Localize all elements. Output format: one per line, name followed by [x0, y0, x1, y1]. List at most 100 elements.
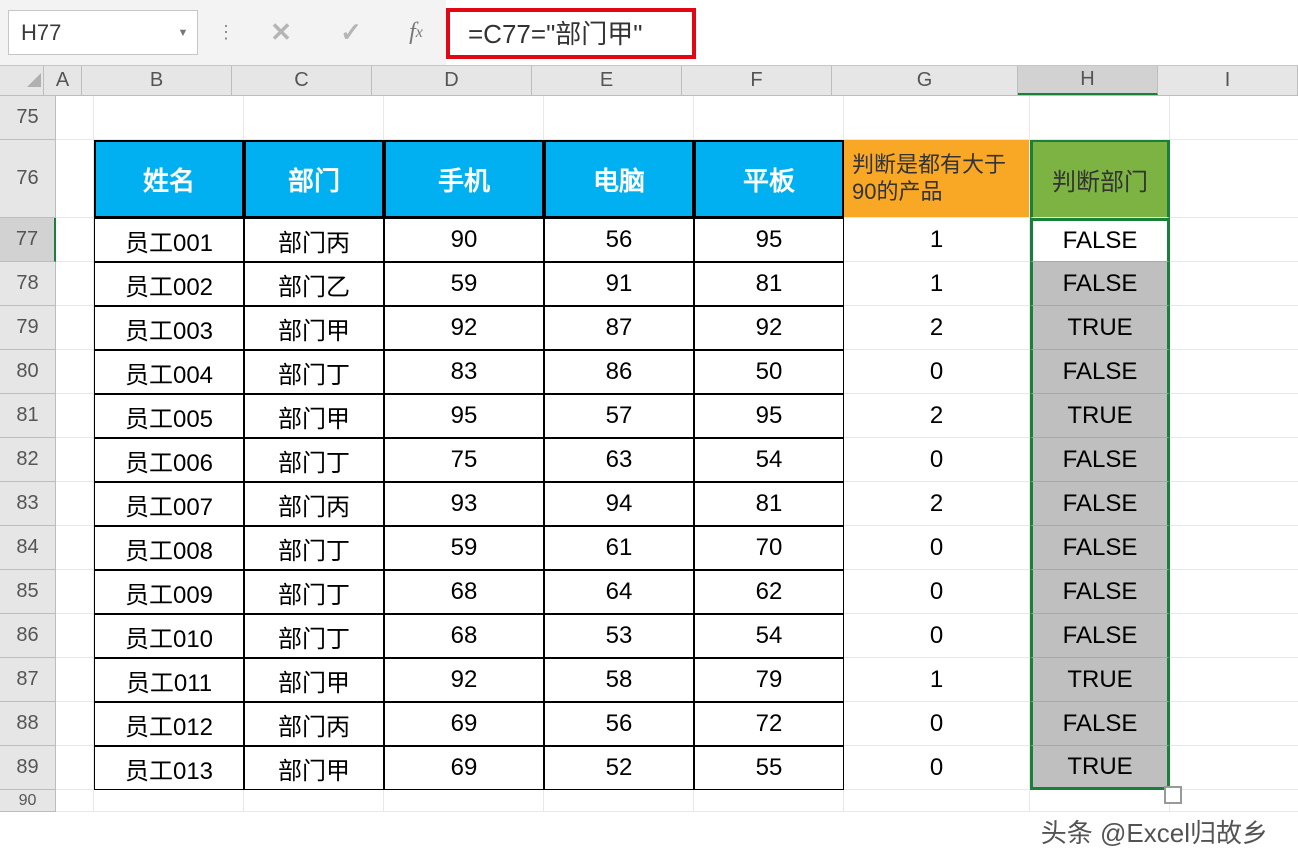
cell[interactable]	[1170, 96, 1298, 140]
row-header-75[interactable]: 75	[0, 96, 56, 140]
cell-gt90[interactable]: 1	[844, 262, 1030, 306]
cell[interactable]	[56, 218, 94, 262]
cell-pc[interactable]: 53	[544, 614, 694, 658]
cell-dept[interactable]: 部门丙	[244, 702, 384, 746]
cell-gt90[interactable]: 2	[844, 482, 1030, 526]
cell-phone[interactable]: 68	[384, 614, 544, 658]
row-header-78[interactable]: 78	[0, 262, 56, 306]
cell-dept[interactable]: 部门丁	[244, 350, 384, 394]
cell-gt90[interactable]: 0	[844, 702, 1030, 746]
cell-tablet[interactable]: 70	[694, 526, 844, 570]
cell-pc[interactable]: 57	[544, 394, 694, 438]
cell-gt90[interactable]: 2	[844, 394, 1030, 438]
header-tablet[interactable]: 平板	[694, 140, 844, 218]
cell-gt90[interactable]: 0	[844, 570, 1030, 614]
name-box[interactable]: H77 ▼	[8, 10, 198, 55]
cell-judge[interactable]: TRUE	[1030, 394, 1170, 438]
cell[interactable]	[1170, 140, 1298, 218]
cell[interactable]	[1170, 482, 1298, 526]
cell-tablet[interactable]: 54	[694, 614, 844, 658]
cell-name[interactable]: 员工002	[94, 262, 244, 306]
cell-pc[interactable]: 58	[544, 658, 694, 702]
cell[interactable]	[544, 790, 694, 812]
cell-pc[interactable]: 63	[544, 438, 694, 482]
cell-name[interactable]: 员工007	[94, 482, 244, 526]
cell[interactable]	[56, 614, 94, 658]
row-header-77[interactable]: 77	[0, 218, 56, 262]
cell-pc[interactable]: 56	[544, 218, 694, 262]
cell[interactable]	[1170, 658, 1298, 702]
cell[interactable]	[56, 746, 94, 790]
row-header-76[interactable]: 76	[0, 140, 56, 218]
cell-dept[interactable]: 部门乙	[244, 262, 384, 306]
header-phone[interactable]: 手机	[384, 140, 544, 218]
cell-pc[interactable]: 64	[544, 570, 694, 614]
cell[interactable]	[1170, 702, 1298, 746]
cell-name[interactable]: 员工004	[94, 350, 244, 394]
cell-phone[interactable]: 83	[384, 350, 544, 394]
cell-phone[interactable]: 75	[384, 438, 544, 482]
cell-dept[interactable]: 部门甲	[244, 658, 384, 702]
cell-dept[interactable]: 部门甲	[244, 746, 384, 790]
cell-judge[interactable]: FALSE	[1030, 614, 1170, 658]
cell-tablet[interactable]: 72	[694, 702, 844, 746]
cell[interactable]	[844, 790, 1030, 812]
cell-tablet[interactable]: 95	[694, 218, 844, 262]
col-header-E[interactable]: E	[532, 66, 682, 95]
cell-tablet[interactable]: 62	[694, 570, 844, 614]
cell-pc[interactable]: 56	[544, 702, 694, 746]
formula-bar-expand-icon[interactable]: ⋮	[206, 0, 246, 65]
cell-pc[interactable]: 86	[544, 350, 694, 394]
row-header-79[interactable]: 79	[0, 306, 56, 350]
cell[interactable]	[1170, 746, 1298, 790]
cell-dept[interactable]: 部门甲	[244, 306, 384, 350]
cell-tablet[interactable]: 81	[694, 482, 844, 526]
row-header-84[interactable]: 84	[0, 526, 56, 570]
cell-phone[interactable]: 68	[384, 570, 544, 614]
cell[interactable]	[1170, 394, 1298, 438]
row-header-87[interactable]: 87	[0, 658, 56, 702]
cell-gt90[interactable]: 0	[844, 350, 1030, 394]
col-header-I[interactable]: I	[1158, 66, 1298, 95]
cell-name[interactable]: 员工006	[94, 438, 244, 482]
cell-phone[interactable]: 93	[384, 482, 544, 526]
cell-name[interactable]: 员工005	[94, 394, 244, 438]
row-header-80[interactable]: 80	[0, 350, 56, 394]
cell[interactable]	[56, 140, 94, 218]
cancel-formula-button[interactable]: ✕	[246, 0, 316, 65]
cell-gt90[interactable]: 1	[844, 218, 1030, 262]
cell[interactable]	[56, 526, 94, 570]
cell-judge[interactable]: FALSE	[1030, 262, 1170, 306]
row-header-82[interactable]: 82	[0, 438, 56, 482]
cell-phone[interactable]: 95	[384, 394, 544, 438]
cell[interactable]	[56, 790, 94, 812]
enter-formula-button[interactable]: ✓	[316, 0, 386, 65]
cell[interactable]	[1170, 350, 1298, 394]
cell[interactable]	[1170, 218, 1298, 262]
cell-phone[interactable]: 90	[384, 218, 544, 262]
col-header-H[interactable]: H	[1018, 66, 1158, 95]
cell[interactable]	[1170, 526, 1298, 570]
cell-gt90[interactable]: 0	[844, 614, 1030, 658]
formula-input[interactable]: =C77="部门甲"	[446, 0, 1298, 65]
cell-gt90[interactable]: 1	[844, 658, 1030, 702]
col-header-F[interactable]: F	[682, 66, 832, 95]
cell[interactable]	[56, 438, 94, 482]
cell[interactable]	[244, 790, 384, 812]
cell-phone[interactable]: 69	[384, 746, 544, 790]
cell[interactable]	[1170, 790, 1298, 812]
cell-tablet[interactable]: 95	[694, 394, 844, 438]
cell-pc[interactable]: 91	[544, 262, 694, 306]
cell[interactable]	[1170, 306, 1298, 350]
cell-name[interactable]: 员工008	[94, 526, 244, 570]
select-all-corner[interactable]	[0, 66, 44, 95]
cell-gt90[interactable]: 0	[844, 526, 1030, 570]
cell-dept[interactable]: 部门甲	[244, 394, 384, 438]
row-header-83[interactable]: 83	[0, 482, 56, 526]
cell-judge[interactable]: FALSE	[1030, 526, 1170, 570]
cell-tablet[interactable]: 54	[694, 438, 844, 482]
cell[interactable]	[56, 306, 94, 350]
cell[interactable]	[694, 790, 844, 812]
spreadsheet-grid[interactable]: A B C D E F G H I 75 76 姓名 部门 手机 电脑	[0, 66, 1298, 860]
cell-name[interactable]: 员工012	[94, 702, 244, 746]
